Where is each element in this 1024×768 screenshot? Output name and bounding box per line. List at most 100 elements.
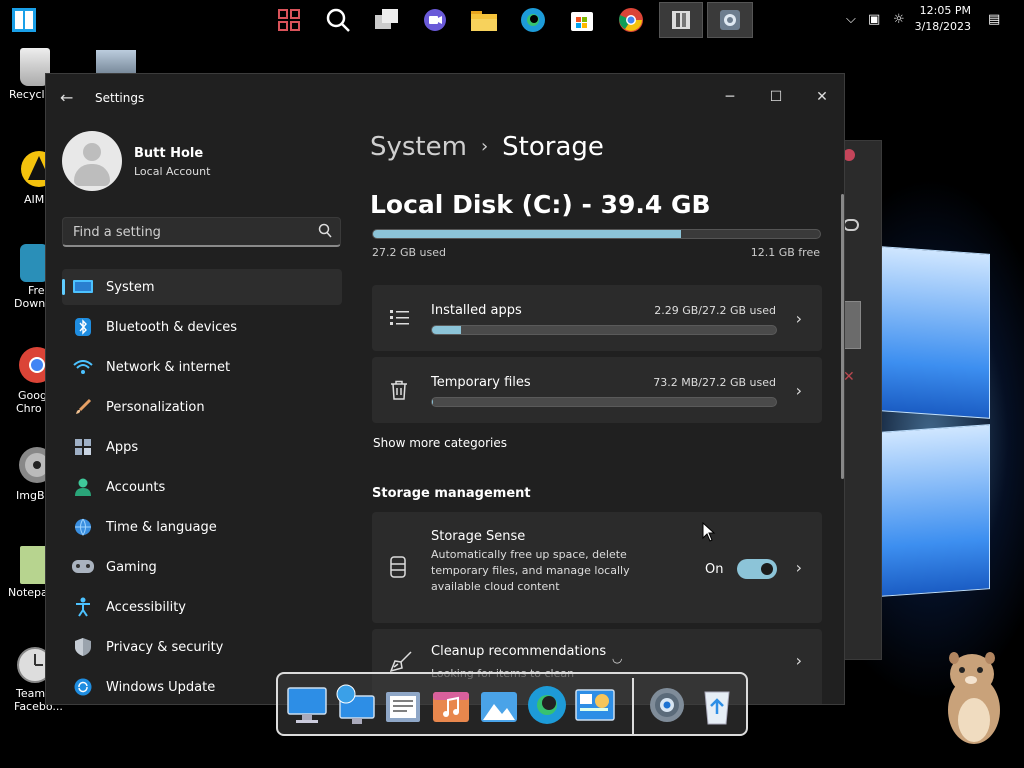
storage-sense-card[interactable]: Storage Sense Automatically free up spac… (372, 512, 822, 623)
sidebar-item-apps[interactable]: Apps (62, 429, 342, 465)
storage-sense-toggle[interactable] (737, 559, 777, 579)
sidebar-item-label: Time & language (106, 519, 217, 535)
sidebar-item-bluetooth[interactable]: Bluetooth & devices (62, 309, 342, 345)
monitor-app-icon[interactable] (286, 684, 328, 726)
title-bar[interactable]: ← Settings ─ ☐ ✕ (46, 74, 844, 122)
back-arrow-icon[interactable]: ← (60, 88, 73, 107)
breadcrumb: System › Storage (370, 132, 604, 162)
loading-spinner-icon: ◡ (612, 651, 623, 665)
sidebar-item-gaming[interactable]: Gaming (62, 549, 342, 585)
sidebar-item-label: Bluetooth & devices (106, 319, 237, 335)
category-usage-fill (432, 398, 434, 406)
sidebar-item-network[interactable]: Network & internet (62, 349, 342, 385)
close-button[interactable]: ✕ (800, 82, 844, 112)
disk-used-label: 27.2 GB used (372, 246, 447, 259)
task-view-icon[interactable] (273, 4, 305, 36)
disk-usage-fill (373, 230, 682, 238)
music-app-icon[interactable] (430, 684, 472, 726)
panel-icon[interactable] (659, 2, 703, 38)
gamepad-icon (72, 556, 94, 578)
search-box[interactable] (62, 217, 341, 247)
windows-logo-wallpaper (880, 246, 995, 597)
notification-icon[interactable]: ▤ (988, 12, 1000, 27)
sidebar-item-label: Personalization (106, 399, 205, 415)
avatar[interactable] (62, 131, 122, 191)
category-usage-bar (431, 325, 777, 335)
brush-icon (72, 396, 94, 418)
desktop-icon-partial[interactable] (96, 50, 136, 74)
maximize-button[interactable]: ☐ (754, 82, 798, 112)
settings-icon[interactable] (707, 2, 753, 38)
mouse-cursor-icon (702, 522, 716, 542)
temporary-files-card[interactable]: Temporary files 73.2 MB/27.2 GB used › (372, 357, 822, 423)
network-tray-icon[interactable]: ▣ (868, 12, 880, 27)
edge-icon[interactable] (517, 4, 549, 36)
dock-separator (632, 678, 634, 734)
globe-clock-icon (72, 516, 94, 538)
sidebar-item-label: Network & internet (106, 359, 231, 375)
start-icon[interactable] (8, 4, 40, 36)
control-panel-icon[interactable] (574, 684, 616, 726)
disk-usage-bar (372, 229, 821, 239)
widgets-icon[interactable] (371, 4, 403, 36)
volume-tray-icon[interactable]: ☼ (893, 12, 905, 27)
category-title: Installed apps (431, 303, 522, 318)
search-icon[interactable] (322, 4, 354, 36)
breadcrumb-parent[interactable]: System (370, 132, 467, 162)
chevron-right-icon: › (795, 309, 802, 328)
cleanup-title: Cleanup recommendations (431, 644, 607, 659)
taskbar: ⌵ ▣ ☼ 12:05 PM 3/18/2023 ▤ (0, 0, 1024, 40)
chrome-icon[interactable] (615, 4, 647, 36)
scrollbar[interactable] (841, 194, 844, 479)
search-icon[interactable] (318, 223, 332, 239)
storage-management-heading: Storage management (372, 486, 531, 501)
chevron-right-icon: › (795, 558, 802, 577)
notes-app-icon[interactable] (382, 684, 424, 726)
sidebar-item-label: Windows Update (106, 679, 216, 695)
recycle-bin-icon[interactable] (696, 684, 738, 726)
settings-window: ← Settings ─ ☐ ✕ Butt Hole Local Account… (45, 73, 845, 705)
sidebar-item-label: Privacy & security (106, 639, 224, 655)
store-icon[interactable] (566, 4, 598, 36)
category-usage: 2.29 GB/27.2 GB used (654, 304, 776, 317)
chevron-right-icon: › (795, 381, 802, 400)
clock[interactable]: 12:05 PM 3/18/2023 (915, 3, 971, 35)
apps-icon (72, 436, 94, 458)
network-app-icon[interactable] (334, 684, 376, 726)
sidebar-item-label: Accessibility (106, 599, 186, 615)
page-title: Storage (502, 132, 604, 162)
storage-sense-title: Storage Sense (431, 529, 526, 544)
installed-apps-card[interactable]: Installed apps 2.29 GB/27.2 GB used › (372, 285, 822, 351)
broom-icon (390, 651, 412, 673)
sidebar-item-system[interactable]: System (62, 269, 342, 305)
account-type: Local Account (134, 165, 211, 178)
chevron-up-icon[interactable]: ⌵ (846, 12, 856, 27)
category-usage: 73.2 MB/27.2 GB used (653, 376, 776, 389)
sidebar-item-privacy[interactable]: Privacy & security (62, 629, 342, 665)
person-icon (72, 476, 94, 498)
dock (276, 672, 748, 736)
monitor-icon (72, 276, 94, 298)
sidebar-item-time-language[interactable]: Time & language (62, 509, 342, 545)
settings-app-icon[interactable] (646, 684, 688, 726)
sidebar-item-label: System (106, 279, 155, 295)
sidebar-item-label: Accounts (106, 479, 166, 495)
chat-icon[interactable] (419, 4, 451, 36)
disk-title: Local Disk (C:) - 39.4 GB (370, 190, 711, 219)
edge-app-icon[interactable] (526, 684, 568, 726)
category-usage-bar (431, 397, 777, 407)
minimize-button[interactable]: ─ (708, 82, 752, 112)
sidebar-item-accessibility[interactable]: Accessibility (62, 589, 342, 625)
trash-icon (391, 380, 407, 400)
search-input[interactable] (63, 218, 303, 246)
file-explorer-icon[interactable] (468, 4, 500, 36)
sidebar-item-personalization[interactable]: Personalization (62, 389, 342, 425)
show-more-categories-link[interactable]: Show more categories (373, 436, 507, 450)
clock-time: 12:05 PM (919, 4, 971, 17)
toggle-state-label: On (705, 562, 724, 577)
photos-app-icon[interactable] (478, 684, 520, 726)
window-title: Settings (95, 91, 145, 105)
clock-date: 3/18/2023 (914, 20, 971, 33)
sidebar-item-accounts[interactable]: Accounts (62, 469, 342, 505)
accessibility-icon (72, 596, 94, 618)
